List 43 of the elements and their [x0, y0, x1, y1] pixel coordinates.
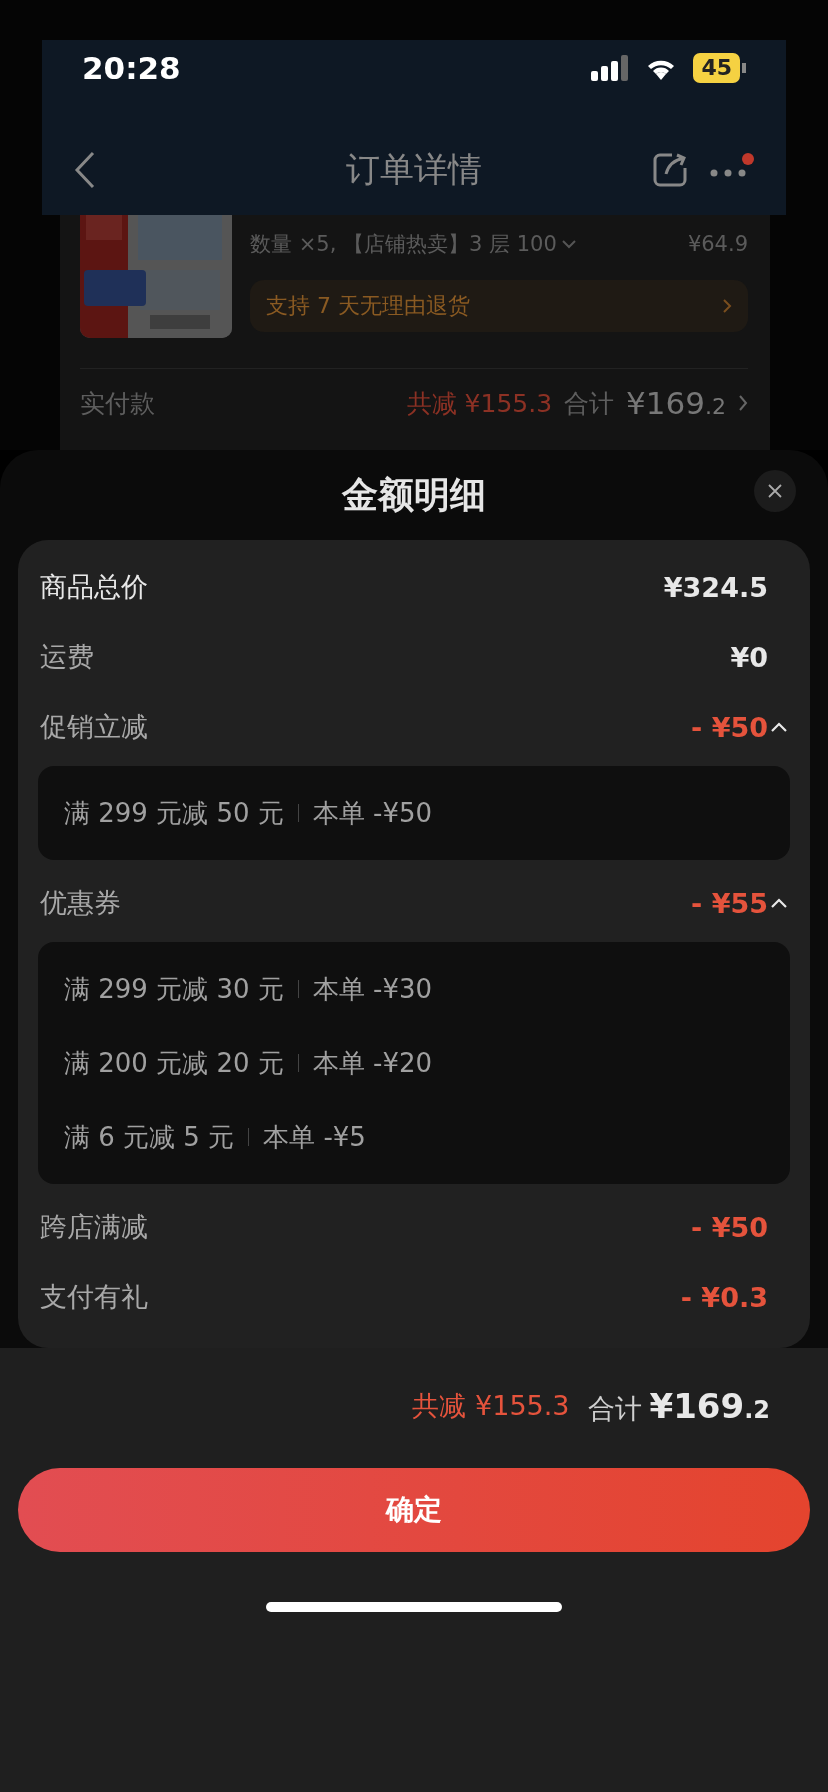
discount-amount: 本单 -¥50 [312, 796, 433, 830]
amount-value: ¥324.5 [663, 571, 768, 603]
sheet-title: 金额明细 [342, 472, 486, 517]
status-time: 20:28 [82, 49, 181, 86]
discount-rule: 满 299 元减 50 元 [64, 796, 284, 830]
chevron-down-icon [560, 239, 577, 249]
discount-rule: 满 6 元减 5 元 [64, 1120, 235, 1154]
total-label: 合计 [587, 1391, 642, 1426]
close-icon [768, 484, 782, 498]
discount-rule: 满 299 元减 30 元 [64, 972, 284, 1006]
amount-label: 跨店满减 [40, 1210, 148, 1245]
product-price: ¥64.9 [687, 232, 748, 256]
discount-rule: 满 200 元减 20 元 [64, 1046, 284, 1080]
share-icon[interactable] [652, 152, 688, 188]
chevron-right-icon[interactable] [738, 393, 748, 412]
amount-label: 促销立减 [40, 710, 148, 745]
return-policy-text: 支持 7 天无理由退货 [266, 292, 470, 320]
payment-label: 实付款 [80, 387, 155, 420]
total-amount: ¥169.2 [649, 1385, 770, 1426]
back-icon[interactable] [74, 151, 96, 189]
total-label: 合计 [564, 387, 615, 420]
product-spec: 数量 ×5, 【店铺热卖】3 层 100 [250, 231, 557, 258]
close-button[interactable] [754, 470, 796, 512]
amount-value: - ¥50 [691, 1211, 768, 1243]
discount-amount: 本单 -¥20 [312, 1046, 433, 1080]
amount-value: - ¥0.3 [680, 1281, 768, 1313]
page-title: 订单详情 [346, 148, 482, 191]
discount-amount: 本单 -¥5 [263, 1120, 366, 1154]
amount-label: 优惠券 [40, 886, 121, 921]
total-amount: ¥169.2 [626, 385, 726, 421]
amount-label: 支付有礼 [40, 1280, 148, 1315]
confirm-button[interactable]: 确定 [18, 1468, 810, 1553]
discount-amount: 本单 -¥30 [312, 972, 433, 1006]
amount-label: 运费 [40, 640, 94, 675]
amount-value: - ¥50 [691, 711, 768, 743]
discount-total: 共减 ¥155.3 [412, 1389, 570, 1424]
amount-value: - ¥55 [691, 887, 768, 919]
discount-total: 共减 ¥155.3 [406, 387, 553, 420]
chevron-right-icon [722, 298, 732, 314]
amount-label: 商品总价 [40, 570, 148, 605]
return-policy-banner[interactable]: 支持 7 天无理由退货 [250, 280, 748, 332]
signal-icon [591, 54, 630, 81]
amount-value: ¥0 [730, 641, 768, 673]
